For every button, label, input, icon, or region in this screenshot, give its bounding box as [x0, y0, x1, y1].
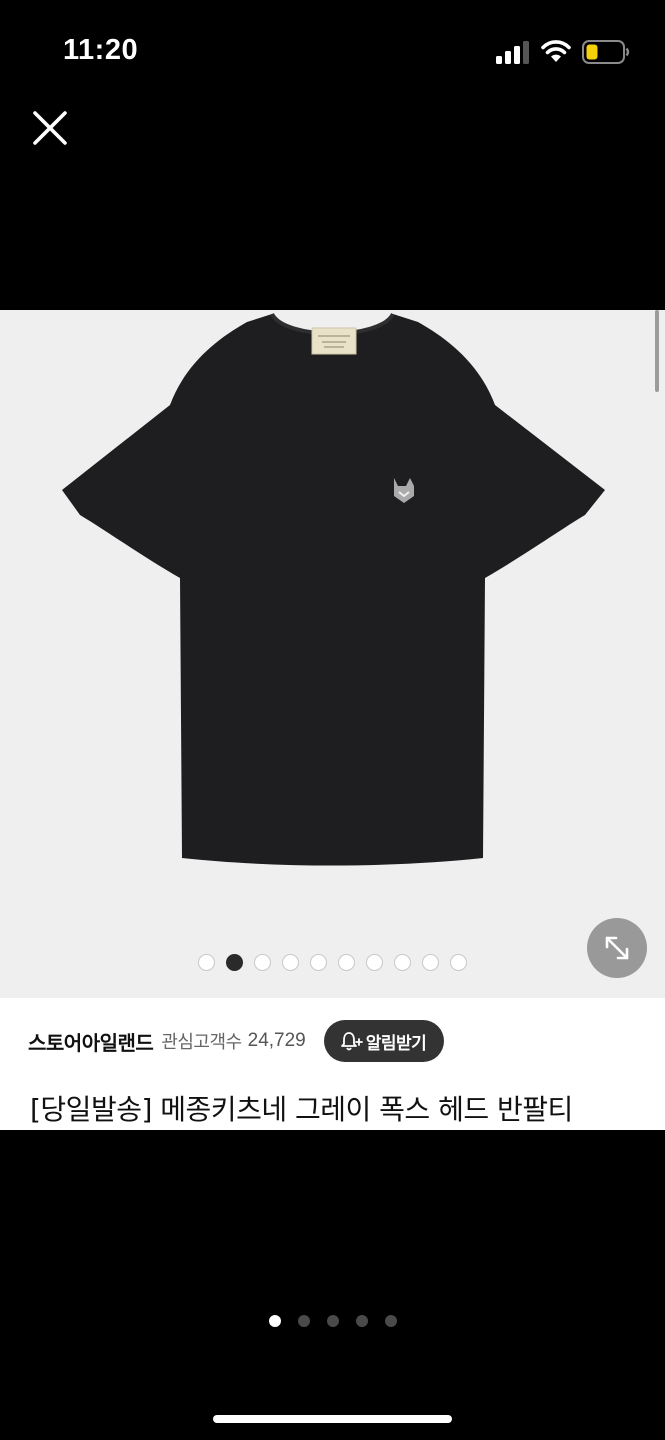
image-dot[interactable]	[226, 954, 243, 971]
scroll-indicator	[655, 310, 659, 392]
follower-label: 관심고객수	[161, 1032, 242, 1053]
page-dot[interactable]	[297, 1315, 310, 1327]
cellular-signal-icon	[496, 41, 529, 64]
image-dot[interactable]	[338, 954, 355, 971]
page-dot[interactable]	[326, 1315, 339, 1327]
expand-diagonal-icon	[605, 936, 629, 960]
product-title: [당일발송] 메종키츠네 그레이 폭스 헤드 반팔티	[30, 1093, 573, 1126]
expand-image-button[interactable]	[587, 918, 647, 978]
notify-button[interactable]: 알림받기	[323, 1020, 445, 1062]
notify-label: 알림받기	[365, 1033, 427, 1054]
home-indicator[interactable]	[213, 1415, 452, 1423]
status-time: 11:20	[63, 34, 139, 66]
product-sheet[interactable]: 스토어아일랜드 관심고객수 24,729 알림받기 [당일발송] 메종키츠네 그…	[0, 310, 665, 1130]
status-bar: 11:20	[0, 0, 665, 100]
image-dot[interactable]	[254, 954, 271, 971]
bell-plus-icon	[340, 1032, 363, 1051]
store-row: 스토어아일랜드 관심고객수 24,729 알림받기	[28, 1020, 445, 1062]
product-image[interactable]	[0, 310, 665, 998]
page-indicator[interactable]	[0, 1315, 665, 1329]
image-dot[interactable]	[422, 954, 439, 971]
battery-low-icon	[582, 40, 630, 64]
image-dot[interactable]	[198, 954, 215, 971]
image-dot[interactable]	[450, 954, 467, 971]
image-dot[interactable]	[394, 954, 411, 971]
store-name[interactable]: 스토어아일랜드	[28, 1027, 154, 1056]
image-dot[interactable]	[282, 954, 299, 971]
page-dot[interactable]	[268, 1315, 281, 1327]
page-dot[interactable]	[384, 1315, 397, 1327]
close-icon	[33, 111, 67, 145]
page-dot[interactable]	[355, 1315, 368, 1327]
follower-count: 24,729	[247, 1030, 306, 1051]
tshirt-image	[62, 312, 605, 866]
image-carousel-dots[interactable]	[0, 954, 665, 972]
image-dot[interactable]	[310, 954, 327, 971]
close-button[interactable]	[28, 106, 72, 150]
image-dot[interactable]	[366, 954, 383, 971]
wifi-icon	[541, 40, 571, 62]
